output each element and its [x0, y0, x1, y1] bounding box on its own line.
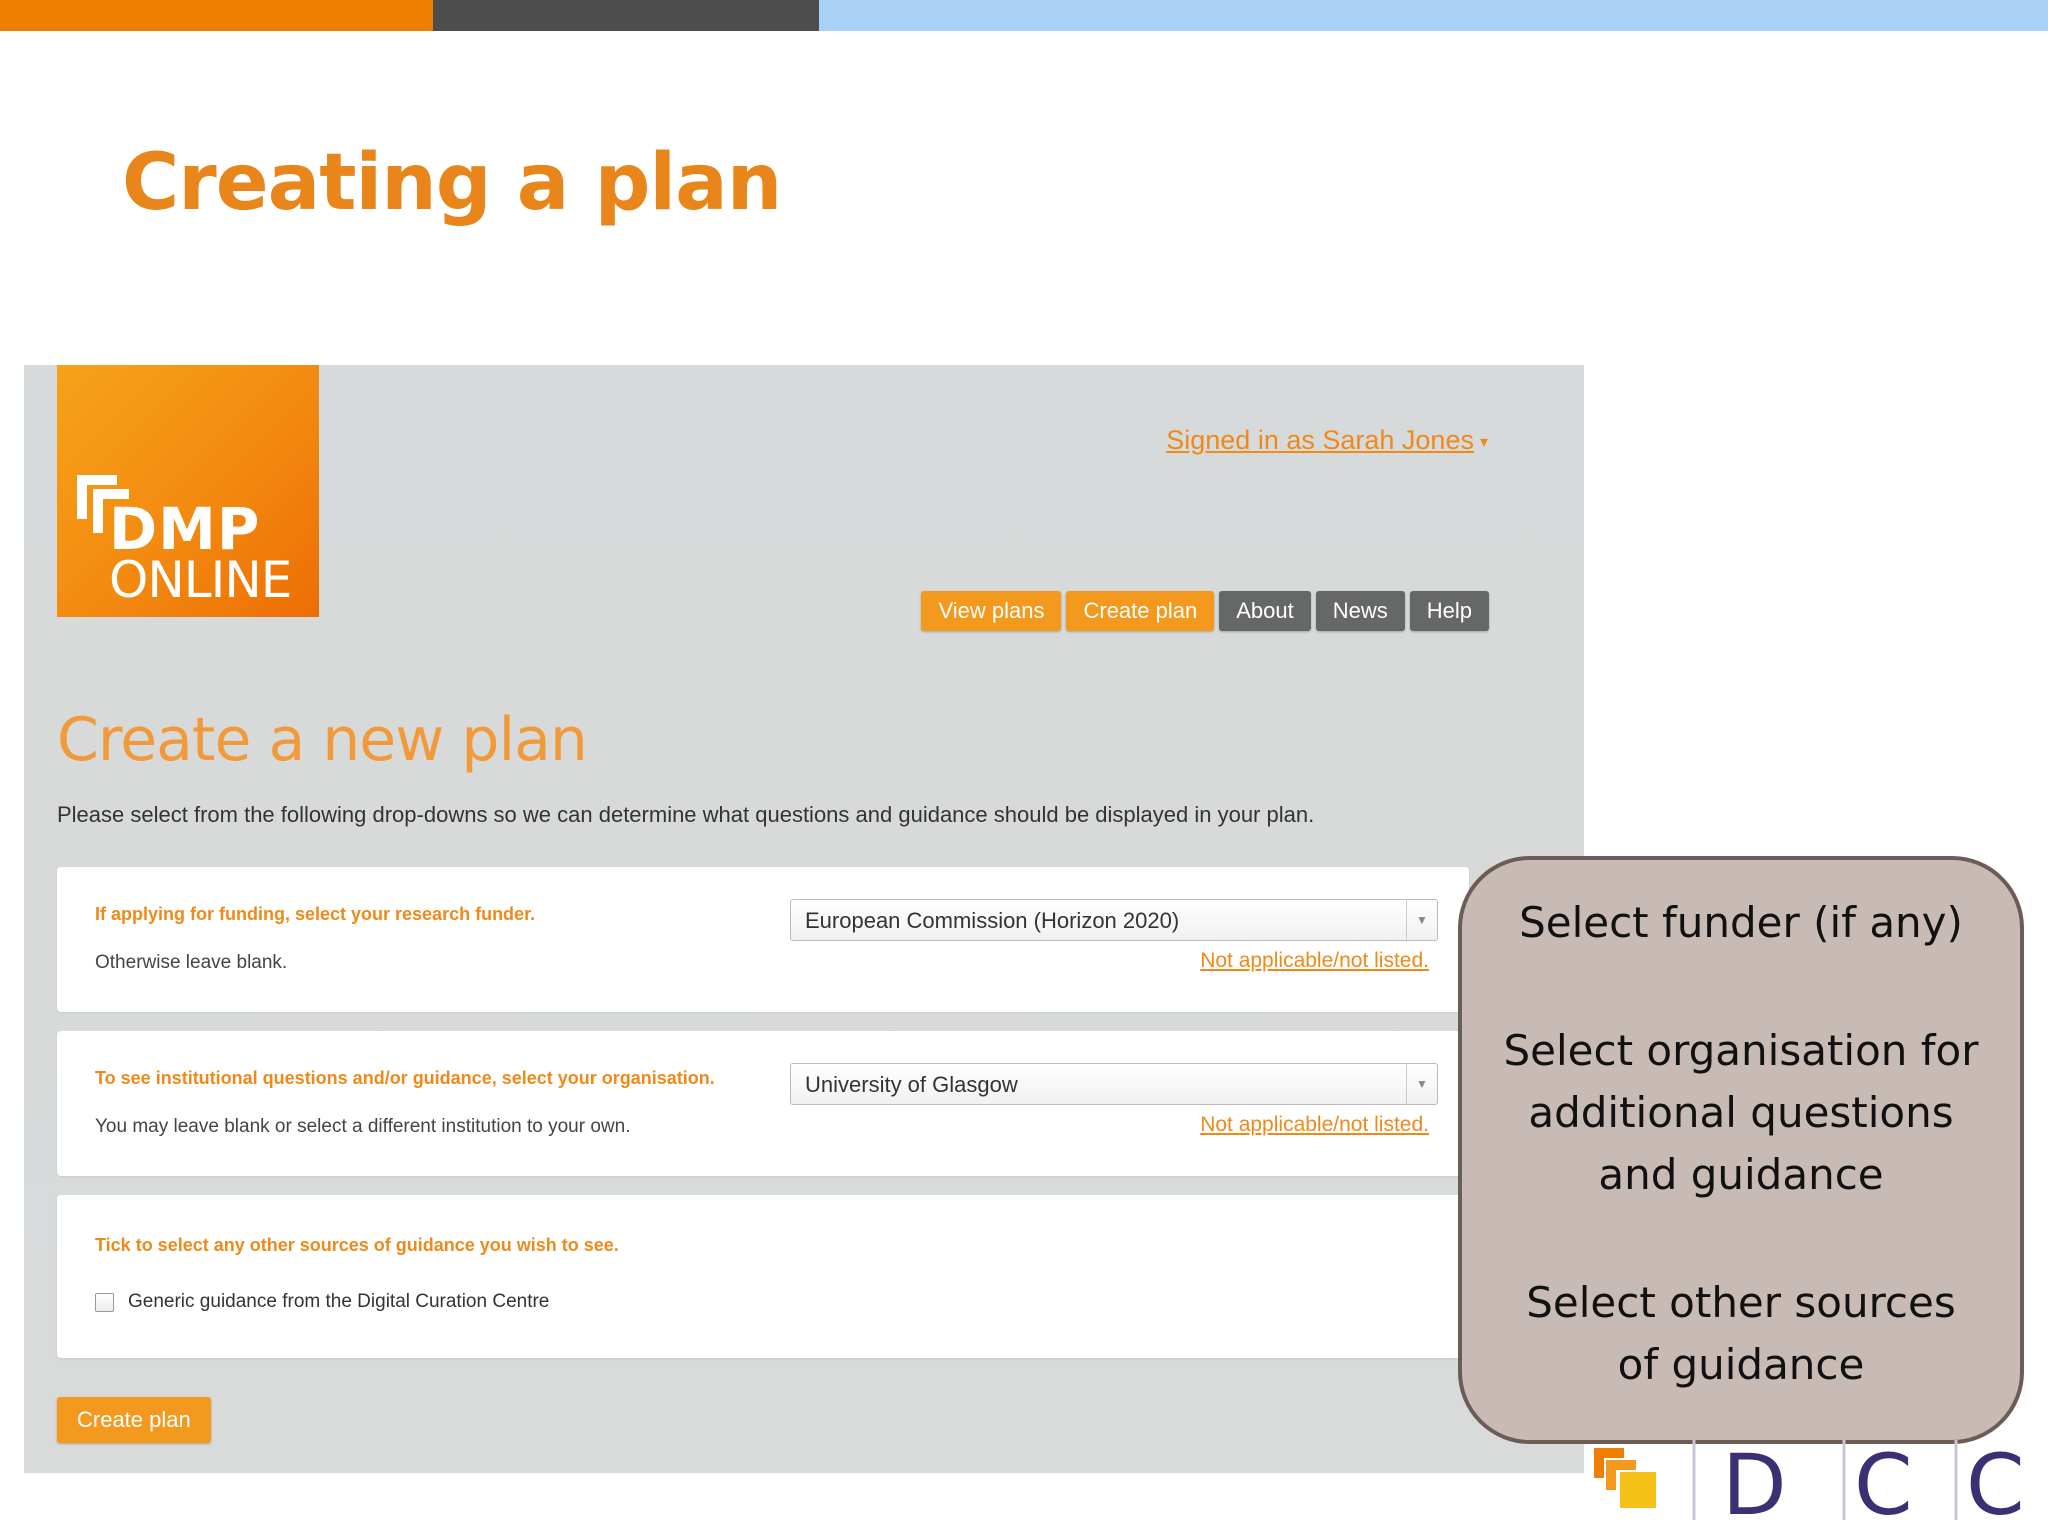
slide-top-bar	[0, 0, 2048, 31]
nav-help-button[interactable]: Help	[1409, 591, 1489, 631]
top-bar-gray	[433, 0, 819, 31]
caret-down-icon: ▾	[1479, 433, 1488, 451]
top-bar-blue	[819, 0, 2048, 31]
organisation-selected-value: University of Glasgow	[805, 1072, 1018, 1097]
nav-view-plans-button[interactable]: View plans	[921, 591, 1062, 631]
guidance-checkbox[interactable]	[95, 1292, 114, 1312]
organisation-panel: To see institutional questions and/or gu…	[57, 1031, 1469, 1176]
callout-box: Select funder (if any) Select organisati…	[1458, 856, 2024, 1444]
nav-about-button[interactable]: About	[1219, 591, 1311, 631]
dropdown-arrow-icon: ▼	[1406, 1064, 1437, 1104]
callout-line-3: additional questions	[1528, 1088, 1954, 1137]
slide-title: Creating a plan	[122, 138, 782, 228]
dmp-online-logo[interactable]: DMP ONLINE	[57, 365, 319, 617]
user-menu[interactable]: Signed in as Sarah Jones ▾	[1166, 425, 1488, 456]
dcc-letter-d: D	[1722, 1440, 1787, 1534]
organisation-label: To see institutional questions and/or gu…	[95, 1068, 715, 1088]
callout-line-2: Select organisation for	[1503, 1026, 1979, 1075]
guidance-option-dcc[interactable]: Generic guidance from the Digital Curati…	[95, 1291, 549, 1313]
organisation-select[interactable]: University of Glasgow ▼	[790, 1063, 1438, 1105]
funder-hint: Otherwise leave blank.	[95, 952, 288, 973]
callout-line-1: Select funder (if any)	[1519, 898, 1963, 947]
guidance-panel: Tick to select any other sources of guid…	[57, 1195, 1469, 1358]
funder-select[interactable]: European Commission (Horizon 2020) ▼	[790, 899, 1438, 941]
dropdown-arrow-icon: ▼	[1406, 900, 1437, 940]
top-bar-orange	[0, 0, 433, 31]
funder-selected-value: European Commission (Horizon 2020)	[805, 908, 1180, 933]
signed-in-label: Signed in as Sarah Jones	[1166, 425, 1474, 455]
svg-text:C: C	[1854, 1440, 1913, 1534]
main-nav: View plans Create plan About News Help	[921, 591, 1489, 631]
funder-label: If applying for funding, select your res…	[95, 904, 536, 924]
guidance-label: Tick to select any other sources of guid…	[95, 1235, 619, 1255]
nav-news-button[interactable]: News	[1315, 591, 1405, 631]
callout-line-5: Select other sources	[1526, 1278, 1956, 1327]
nav-create-plan-button[interactable]: Create plan	[1066, 591, 1215, 631]
callout-line-6: of guidance	[1617, 1340, 1865, 1389]
organisation-hint: You may leave blank or select a differen…	[95, 1116, 631, 1137]
svg-text:D: D	[1722, 1440, 1787, 1534]
app-screenshot: DMP ONLINE Signed in as Sarah Jones ▾ Vie…	[24, 365, 1584, 1473]
funder-not-applicable-link[interactable]: Not applicable/not listed.	[1200, 949, 1429, 973]
funder-panel: If applying for funding, select your res…	[57, 867, 1469, 1012]
svg-text:C: C	[1966, 1440, 2022, 1534]
page-heading: Create a new plan	[57, 705, 588, 775]
page-intro: Please select from the following drop-do…	[57, 802, 1315, 827]
dcc-letter-c1: C	[1854, 1440, 1913, 1534]
organisation-not-applicable-link[interactable]: Not applicable/not listed.	[1200, 1113, 1429, 1137]
callout-line-4: and guidance	[1598, 1150, 1884, 1199]
logo-text-online: ONLINE	[109, 551, 292, 609]
dcc-logo: D C C	[1594, 1440, 2022, 1534]
guidance-option-label: Generic guidance from the Digital Curati…	[128, 1291, 550, 1312]
create-plan-button[interactable]: Create plan	[57, 1397, 211, 1443]
dcc-letter-c2: C	[1966, 1440, 2022, 1534]
